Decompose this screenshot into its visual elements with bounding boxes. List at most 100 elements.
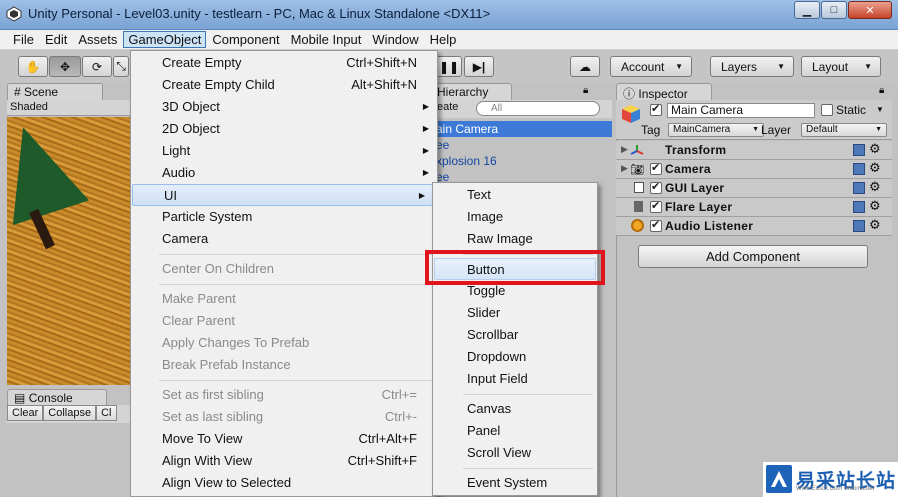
gear-icon[interactable]: ⚙ (869, 179, 881, 195)
menu-component[interactable]: Component (207, 31, 284, 48)
help-book-icon[interactable] (853, 144, 865, 156)
menu-item-3d-object[interactable]: 3D Object ▶ (131, 96, 437, 118)
menu-help[interactable]: Help (425, 31, 462, 48)
menu-item-camera[interactable]: Camera (131, 228, 437, 250)
gear-icon[interactable]: ⚙ (869, 217, 881, 233)
menu-item-particle-system[interactable]: Particle System (131, 206, 437, 228)
console-clear-on-play-button[interactable]: Cl (96, 405, 117, 421)
ui-item-canvas[interactable]: Canvas (434, 398, 596, 420)
menu-assets[interactable]: Assets (73, 31, 122, 48)
tab-scene[interactable]: # Scene (7, 83, 103, 100)
help-book-icon[interactable] (853, 201, 865, 213)
layer-dropdown[interactable]: Default ▼ (801, 123, 887, 137)
component-enabled-checkbox[interactable] (650, 161, 662, 175)
pause-button[interactable]: ❚❚ (436, 56, 462, 77)
static-dropdown-arrow-icon[interactable]: ▼ (876, 105, 884, 114)
menu-item-create-empty-child[interactable]: Create Empty Child Alt+Shift+N (131, 74, 437, 96)
lock-icon[interactable]: 🔒︎ (583, 85, 588, 96)
component-enabled-checkbox[interactable] (650, 218, 662, 232)
submenu-arrow-icon: ▶ (422, 124, 429, 133)
ui-item-raw-image[interactable]: Raw Image (434, 228, 596, 250)
tab-console[interactable]: ▤ Console (7, 389, 107, 406)
menu-item-audio[interactable]: Audio ▶ (131, 162, 437, 184)
layers-dropdown[interactable]: Layers ▼ (710, 56, 794, 77)
menu-item-align-with-view[interactable]: Align With View Ctrl+Shift+F (131, 450, 437, 472)
component-camera[interactable]: ▶ 📷︎ Camera ⚙ (616, 160, 892, 179)
menu-mobile-input[interactable]: Mobile Input (286, 31, 367, 48)
hand-tool-button[interactable]: ✋ (18, 56, 48, 77)
menu-item-ui[interactable]: UI ▶ (132, 184, 434, 206)
tag-dropdown[interactable]: MainCamera ▼ (668, 123, 764, 137)
menu-edit[interactable]: Edit (40, 31, 72, 48)
help-book-icon[interactable] (853, 182, 865, 194)
menu-item-2d-object[interactable]: 2D Object ▶ (131, 118, 437, 140)
menu-item-label: Make Parent (162, 291, 236, 306)
menu-item-apply-changes-to-prefab: Apply Changes To Prefab (131, 332, 437, 354)
help-book-icon[interactable] (853, 163, 865, 175)
console-body (7, 423, 131, 497)
submenu-arrow-icon: ▶ (422, 102, 429, 111)
hierarchy-search-input[interactable]: All (476, 101, 600, 116)
tab-hierarchy[interactable]: Hierarchy 🔒︎ (430, 83, 588, 100)
scale-tool-button[interactable]: ⤡ (113, 56, 129, 77)
menu-window[interactable]: Window (367, 31, 423, 48)
menu-item-create-empty[interactable]: Create Empty Ctrl+Shift+N (131, 52, 437, 74)
lock-icon[interactable]: 🔒︎ (879, 85, 884, 96)
component-audio-listener[interactable]: Audio Listener ⚙ (616, 217, 892, 236)
hierarchy-row[interactable]: ain Camera (430, 121, 612, 137)
minimize-button[interactable]: ▁ (794, 1, 820, 19)
cloud-button[interactable]: ☁ (570, 56, 600, 77)
ui-item-image[interactable]: Image (434, 206, 596, 228)
component-enabled-checkbox[interactable] (650, 199, 662, 213)
object-name-input[interactable]: Main Camera (667, 103, 815, 118)
ui-item-panel[interactable]: Panel (434, 420, 596, 442)
layer-label: Layer (761, 123, 792, 137)
ui-item-slider[interactable]: Slider (434, 302, 596, 324)
menu-item-move-to-view[interactable]: Move To View Ctrl+Alt+F (131, 428, 437, 450)
ui-item-scroll-view[interactable]: Scroll View (434, 442, 596, 464)
static-checkbox[interactable] (821, 104, 833, 116)
gear-icon[interactable]: ⚙ (869, 198, 881, 214)
scene-viewport[interactable] (7, 117, 131, 385)
ui-item-text[interactable]: Text (434, 184, 596, 206)
menu-item-label: Move To View (162, 431, 243, 446)
close-button[interactable]: ✕ (848, 1, 892, 19)
menu-separator (159, 380, 433, 381)
component-enabled-checkbox[interactable] (650, 180, 662, 194)
tab-inspector[interactable]: ⓘ Inspector 🔒︎ (616, 83, 884, 101)
gear-icon[interactable]: ⚙ (869, 141, 881, 157)
console-clear-button[interactable]: Clear (7, 405, 44, 421)
component-gui-layer[interactable]: GUI Layer ⚙ (616, 179, 892, 198)
help-book-icon[interactable] (853, 220, 865, 232)
active-checkbox[interactable] (650, 102, 662, 116)
gear-icon[interactable]: ⚙ (869, 160, 881, 176)
ui-item-scrollbar[interactable]: Scrollbar (434, 324, 596, 346)
hierarchy-row[interactable]: xplosion 16 (430, 153, 497, 169)
foldout-arrow-icon[interactable]: ▶ (621, 144, 628, 155)
hierarchy-create-dropdown[interactable]: eate (437, 101, 458, 113)
gameobject-menu: Create Empty Ctrl+Shift+N Create Empty C… (130, 50, 438, 497)
ui-item-dropdown[interactable]: Dropdown (434, 346, 596, 368)
component-name: Transform (665, 143, 727, 157)
menu-item-align-view-to-selected[interactable]: Align View to Selected (131, 472, 437, 494)
move-tool-button[interactable]: ✥ (49, 56, 81, 77)
component-transform[interactable]: ▶ Transform ⚙ (616, 141, 892, 160)
ui-item-input-field[interactable]: Input Field (434, 368, 596, 390)
add-component-button[interactable]: Add Component (638, 245, 868, 268)
menu-item-light[interactable]: Light ▶ (131, 140, 437, 162)
rotate-tool-button[interactable]: ⟳ (82, 56, 112, 77)
ui-item-event-system[interactable]: Event System (434, 472, 596, 494)
menu-file[interactable]: File (8, 31, 39, 48)
maximize-button[interactable]: □ (821, 1, 847, 19)
menu-gameobject[interactable]: GameObject (123, 31, 207, 48)
account-dropdown[interactable]: Account ▼ (610, 56, 692, 77)
console-collapse-button[interactable]: Collapse (43, 405, 97, 421)
foldout-arrow-icon[interactable]: ▶ (621, 163, 628, 174)
menu-item-shortcut: Alt+Shift+N (351, 77, 417, 92)
shading-mode-dropdown[interactable]: Shaded (10, 101, 48, 113)
component-flare-layer[interactable]: Flare Layer ⚙ (616, 198, 892, 217)
step-button[interactable]: ▶| (464, 56, 494, 77)
maximize-icon: □ (830, 4, 838, 16)
menu-item-label: Clear Parent (162, 313, 235, 328)
layout-dropdown[interactable]: Layout ▼ (801, 56, 881, 77)
